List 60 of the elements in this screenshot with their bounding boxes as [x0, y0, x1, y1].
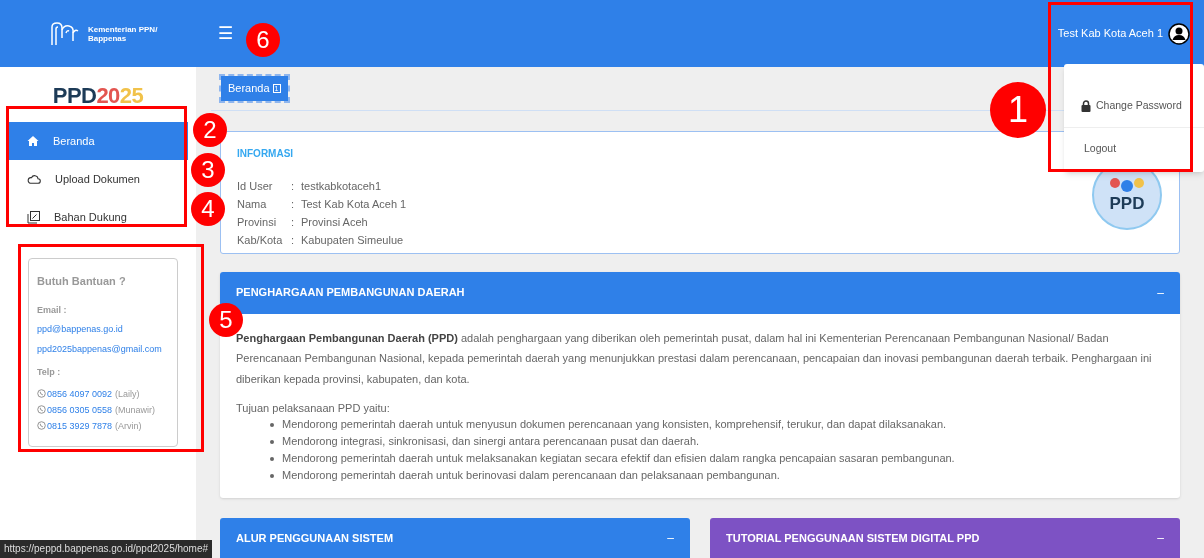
- panel-title: ALUR PENGGUNAAN SISTEM: [236, 530, 394, 546]
- bullet-icon: [270, 422, 274, 427]
- info-value: Test Kab Kota Aceh 1: [301, 196, 407, 212]
- info-value: Kabupaten Simeulue: [301, 232, 404, 248]
- email-link[interactable]: ppd2025bappenas@gmail.com: [37, 342, 169, 356]
- lock-icon: [1081, 99, 1091, 112]
- user-name[interactable]: Test Kab Kota Aceh 1: [1057, 25, 1163, 42]
- home-icon: [27, 135, 39, 147]
- cloud-icon: [27, 174, 41, 184]
- goal-item: Mendorong pemerintah daerah untuk menyusun dokumen perencanaan yang konsisten, komprehensif, terukur, dan dapat dilaksanakan.: [282, 417, 947, 432]
- phone-label: Telp :: [37, 366, 62, 379]
- organization-name: Kementerian PPN/ Bappenas: [88, 24, 159, 43]
- info-separator: :: [291, 214, 296, 230]
- menu-item[interactable]: Change Password: [1081, 97, 1182, 114]
- info-label: Provinsi: [237, 214, 278, 230]
- menu-item[interactable]: Logout: [1084, 141, 1117, 157]
- award-title: PENGHARGAAN PEMBANGUNAN DAERAH: [236, 285, 465, 301]
- phone-icon: [37, 389, 46, 398]
- logo-icon: [50, 20, 80, 47]
- menu-button[interactable]: ☰: [218, 25, 233, 42]
- phone-icon: [37, 421, 46, 430]
- user-avatar-icon[interactable]: [1168, 22, 1190, 45]
- bullet-icon: [270, 439, 274, 444]
- collapse-button[interactable]: –: [1157, 283, 1164, 302]
- contact-name: (Munawir): [115, 403, 156, 417]
- bullet-icon: [270, 473, 274, 478]
- info-title: INFORMASI: [237, 146, 294, 161]
- sidebar-item[interactable]: Bahan Dukung: [8, 198, 188, 236]
- info-value: Provinsi Aceh: [301, 214, 368, 230]
- phone-link[interactable]: 0856 0305 0558: [47, 401, 113, 418]
- goal-item: Mendorong pemerintah daerah untuk melaksanakan kegiatan secara efektif dan efisien dalam rangka pencapaian sasaran pembangunan.: [282, 451, 955, 466]
- phone-link[interactable]: 0815 3929 7878: [47, 417, 113, 434]
- phone-link[interactable]: 0856 4097 0092: [47, 385, 113, 402]
- panel-title: TUTORIAL PENGGUNAAN SISTEM DIGITAL PPD: [726, 530, 980, 546]
- number-marker: 1: [990, 82, 1046, 138]
- ppd2025-logo: PPD2025: [51, 82, 145, 110]
- phone-icon: [37, 405, 46, 414]
- goal-item: Mendorong integrasi, sinkronisasi, dan sinergi antara perencanaan pusat dan daerah.: [282, 434, 700, 449]
- info-separator: :: [291, 196, 296, 212]
- help-title: Butuh Bantuan ?: [37, 274, 127, 289]
- info-separator: :: [291, 178, 296, 194]
- info-label: Id User: [237, 178, 274, 194]
- collapse-button[interactable]: –: [667, 529, 674, 547]
- info-separator: :: [291, 232, 296, 248]
- info-label: Nama: [237, 196, 268, 212]
- sidebar-item[interactable]: Beranda: [8, 122, 188, 160]
- contact-name: (Laily): [115, 387, 140, 401]
- collapse-button[interactable]: –: [1157, 529, 1164, 547]
- email-label: Email :: [37, 303, 68, 317]
- bullet-icon: [270, 456, 274, 461]
- documents-icon: [27, 210, 40, 224]
- info-label: Kab/Kota: [237, 232, 284, 248]
- email-link[interactable]: ppd@bappenas.go.id: [37, 323, 169, 337]
- goal-item: Mendorong pemerintah daerah untuk berinovasi dalam perencanaan dan pelaksanaan pembangunan.: [282, 468, 780, 483]
- goals-intro: Tujuan pelaksanaan PPD yaitu:: [236, 401, 391, 416]
- sidebar-item[interactable]: Upload Dokumen: [8, 160, 188, 198]
- number-marker: 2: [193, 113, 227, 147]
- status-bar-url: https://peppd.bappenas.go.id/ppd2025/home#: [0, 540, 213, 558]
- contact-name: (Arvin): [115, 419, 142, 433]
- info-value: testkabkotaceh1: [301, 178, 382, 194]
